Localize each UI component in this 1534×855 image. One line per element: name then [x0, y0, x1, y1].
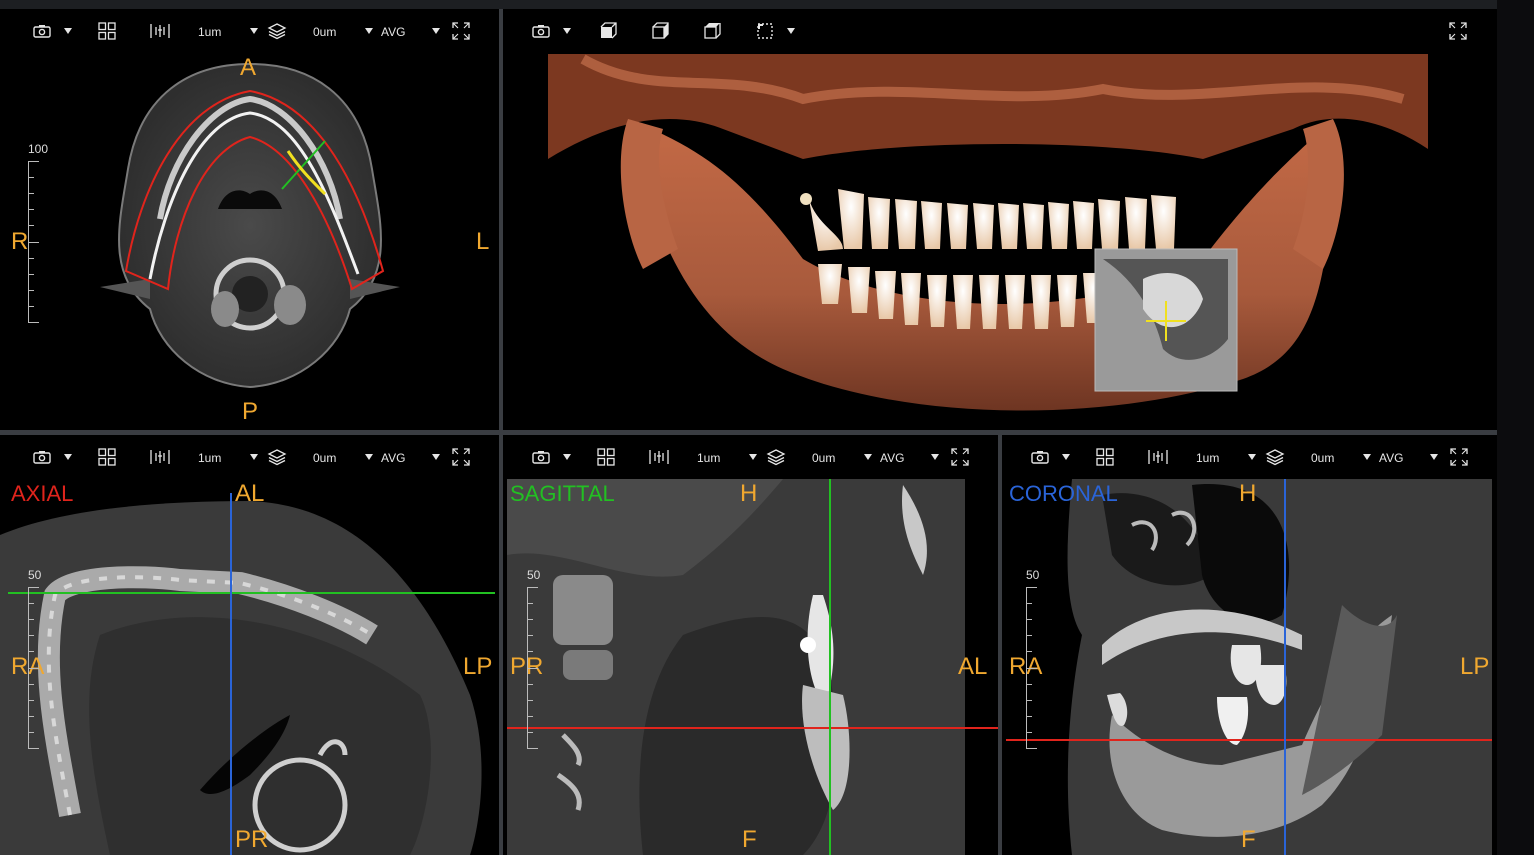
orientation-right: AL: [958, 653, 988, 680]
right-sidebar: [1497, 0, 1534, 855]
viewport-axial[interactable]: 1um 0um AVG AXIAL AL PR RA LP 50: [0, 435, 499, 855]
view-title: CORONAL: [1009, 481, 1118, 506]
orientation-top: A: [240, 54, 257, 81]
orientation-bottom: F: [1241, 826, 1256, 853]
scale-ruler-label: 50: [527, 568, 541, 582]
orientation-bottom: F: [742, 826, 757, 853]
scale-ruler-label: 100: [28, 142, 49, 156]
orientation-top: H: [1239, 480, 1257, 507]
orientation-right: LP: [1460, 653, 1490, 680]
scale-ruler: [28, 161, 39, 323]
orientation-left: R: [11, 228, 29, 255]
scale-ruler: [28, 587, 39, 749]
volume-render-image: [548, 54, 1428, 411]
view-title: AXIAL: [11, 481, 74, 506]
orientation-top: AL: [235, 480, 265, 507]
orientation-bottom: PR: [235, 826, 269, 853]
scale-ruler-label: 50: [28, 568, 42, 582]
orientation-bottom: P: [242, 398, 259, 425]
scale-ruler: [1026, 587, 1037, 749]
orientation-right: LP: [463, 653, 493, 680]
viewport-axial-overview[interactable]: 1um 0um AVG A P R L 100: [0, 9, 499, 430]
view-title: SAGITTAL: [510, 481, 615, 506]
viewport-sagittal[interactable]: 1um 0um AVG SAGITTAL H F PR AL 50: [503, 435, 998, 855]
orientation-top: H: [740, 480, 758, 507]
orientation-right: L: [476, 228, 490, 255]
scale-ruler: [527, 587, 538, 749]
viewport-3d-volume[interactable]: [503, 9, 1497, 430]
scale-ruler-label: 50: [1026, 568, 1040, 582]
top-strip: [0, 0, 1497, 9]
viewport-coronal[interactable]: 1um 0um AVG CORONAL H F RA LP 50: [1002, 435, 1497, 855]
